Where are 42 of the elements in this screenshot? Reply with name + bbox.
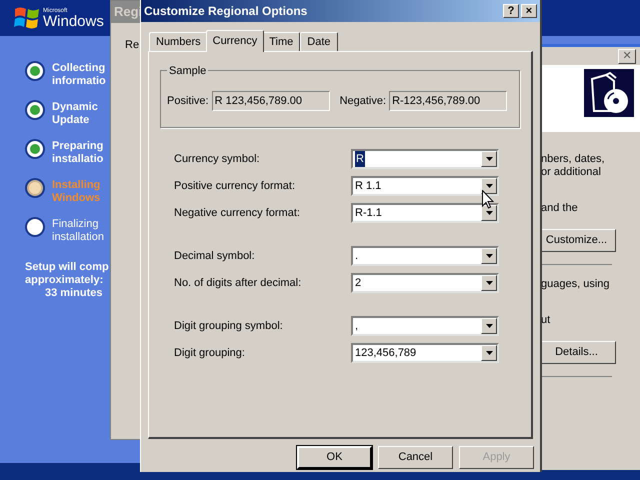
field-label: Positive:: [167, 94, 209, 109]
group-title: Sample: [167, 63, 208, 80]
window-title: Customize Regional Options: [144, 3, 308, 20]
dialog-button[interactable]: Cancel: [378, 446, 453, 469]
field-label: Digit grouping symbol:: [174, 318, 283, 334]
field-label: Negative currency format:: [174, 206, 300, 221]
field-label: Decimal symbol:: [174, 248, 255, 264]
dialog-button[interactable]: OK: [297, 446, 372, 469]
dropdown-field[interactable]: .: [351, 246, 499, 266]
step-label: Collecting informatio: [52, 62, 106, 88]
windows-flag-icon: [14, 6, 40, 30]
step-label: Finalizing installation: [52, 218, 104, 244]
mouse-pointer-icon: [482, 190, 494, 209]
tab[interactable]: Currency: [206, 30, 264, 52]
dropdown-field[interactable]: 2: [351, 273, 499, 293]
dropdown-field[interactable]: ,: [351, 316, 499, 336]
field-label: Currency symbol:: [174, 152, 260, 167]
logo-name: Windows: [43, 14, 104, 28]
description-text: and the: [541, 202, 579, 215]
step-label: Preparing installatio: [52, 140, 104, 166]
field-label: No. of digits after decimal:: [174, 276, 302, 291]
time-estimate: Setup will comp approximately: 33 minutes: [25, 261, 109, 300]
sample-output: R 123,456,789.00: [212, 91, 330, 111]
tab[interactable]: Time: [262, 32, 300, 51]
tab[interactable]: Date: [300, 32, 338, 51]
field-label: Digit grouping:: [174, 346, 245, 361]
tab[interactable]: Re: [125, 39, 140, 51]
dropdown-field[interactable]: R: [351, 149, 499, 169]
dropdown-field[interactable]: R 1.1: [351, 176, 499, 196]
close-button[interactable]: ×: [521, 4, 537, 18]
description-text: guages, using: [541, 278, 610, 291]
dropdown-field[interactable]: 123,456,789: [351, 343, 499, 363]
field-label: Negative:: [340, 94, 386, 109]
dropdown-field[interactable]: R-1.1: [351, 203, 499, 223]
sample-output: R-123,456,789.00: [389, 91, 508, 111]
close-button[interactable]: ✕: [618, 49, 636, 64]
tab[interactable]: Numbers: [149, 32, 208, 51]
description-text: nbers, dates,: [541, 153, 606, 166]
field-label: Positive currency format:: [174, 178, 296, 194]
help-button[interactable]: ?: [503, 4, 519, 18]
step-label: Dynamic Update: [52, 101, 98, 127]
step-label: Installing Windows: [52, 179, 100, 205]
